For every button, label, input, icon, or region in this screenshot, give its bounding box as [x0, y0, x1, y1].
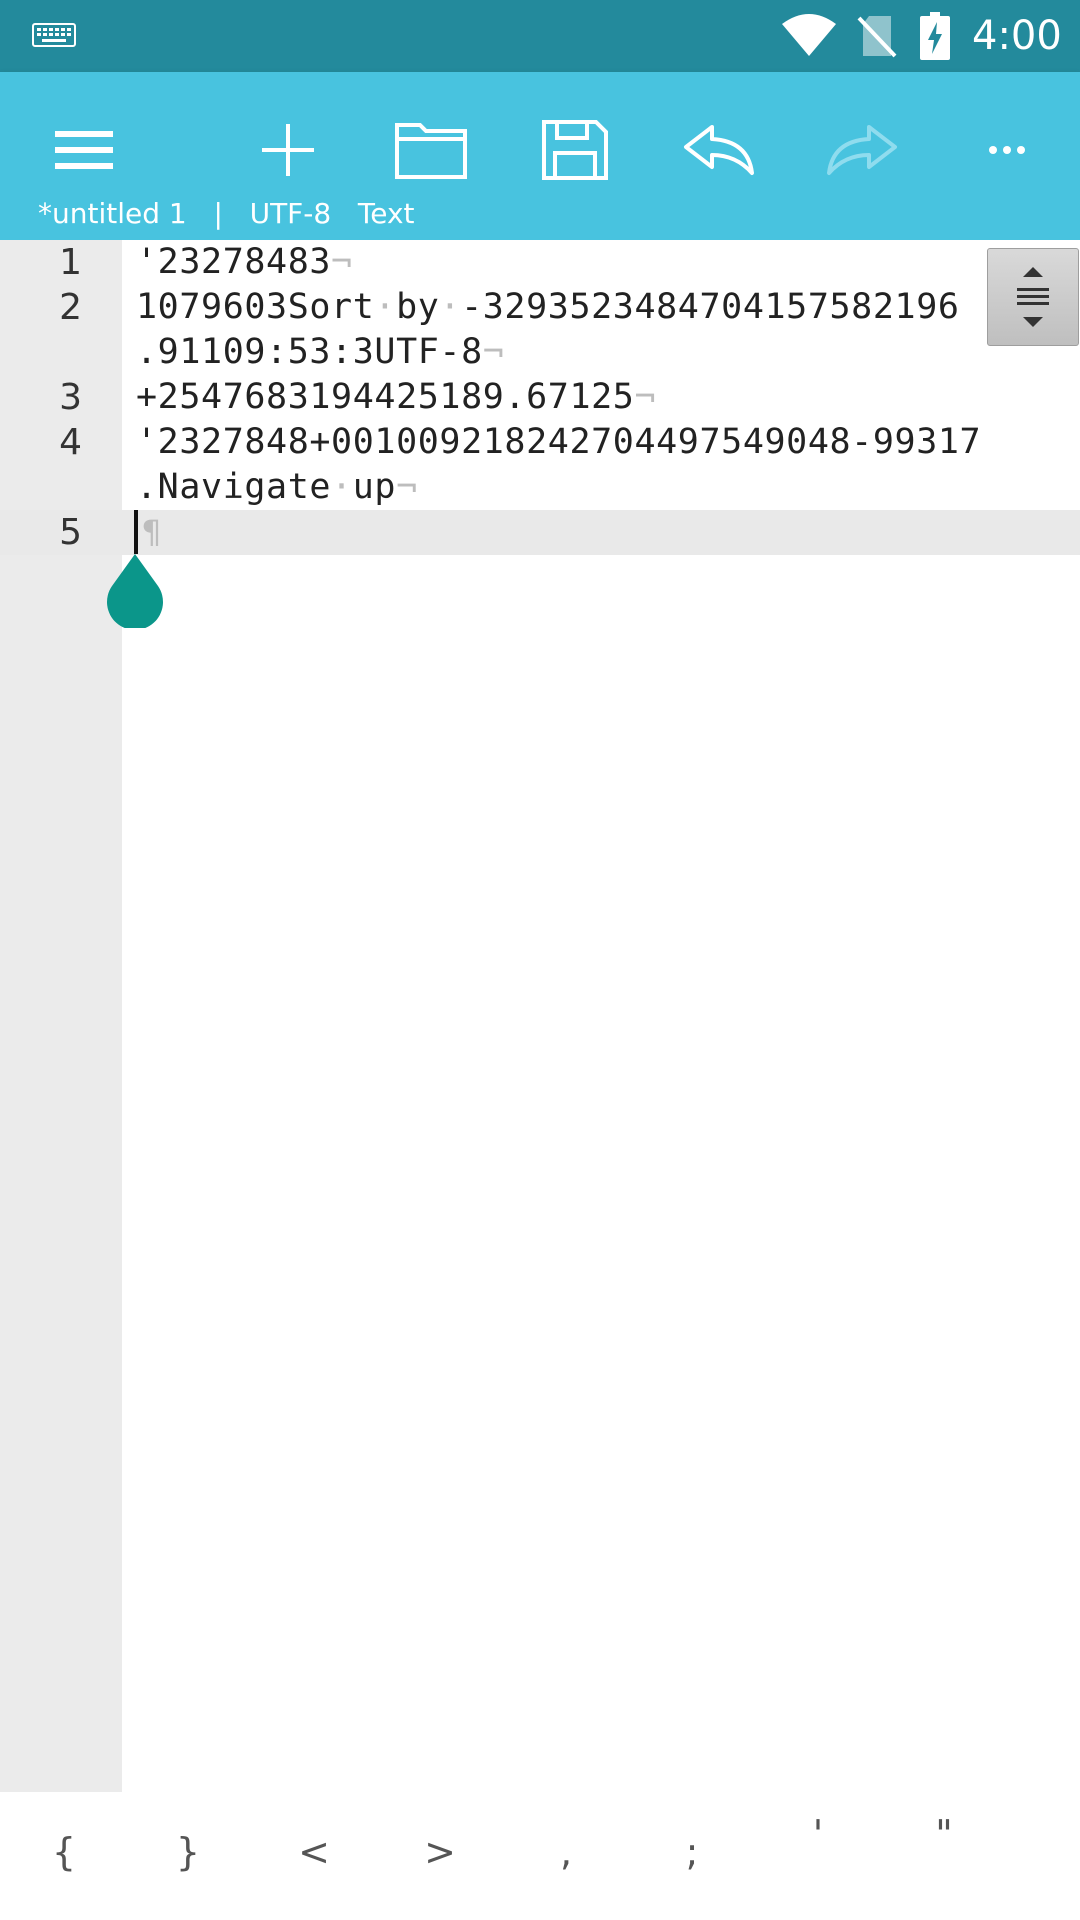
save-button[interactable] — [525, 112, 625, 188]
save-icon — [542, 120, 608, 180]
code-line[interactable]: '23278483¬ — [136, 240, 353, 285]
status-clock: 4:00 — [972, 13, 1062, 59]
code-line-text: .Navigate·up — [136, 467, 397, 507]
symbol-key-double-quote[interactable]: " — [914, 1804, 974, 1864]
scroll-arrows-icon — [1017, 267, 1049, 327]
symbol-shortcut-bar: { } < > , ; ' " — [0, 1792, 1080, 1920]
undo-icon — [684, 125, 754, 175]
redo-icon — [827, 125, 897, 175]
text-cursor — [134, 510, 138, 554]
battery-charging-icon — [920, 12, 950, 60]
current-line-highlight — [0, 510, 1080, 555]
line-end-marker: ¬ — [634, 377, 657, 417]
symbol-key-open-brace[interactable]: { — [34, 1822, 94, 1882]
line-number: 5 — [59, 512, 82, 553]
no-sim-icon — [857, 16, 897, 58]
code-line[interactable]: '2327848+001009218242704497549048-99317 — [136, 420, 981, 465]
fast-scroll-thumb[interactable] — [987, 248, 1079, 346]
status-bar: 4:00 — [0, 0, 1080, 72]
line-end-marker: ¬ — [396, 467, 418, 507]
wifi-icon — [782, 14, 836, 56]
line-number: 1 — [59, 242, 82, 283]
code-line-text: '23278483 — [136, 242, 332, 282]
menu-icon — [55, 131, 113, 169]
more-options-button[interactable] — [957, 112, 1057, 188]
line-number: 3 — [59, 377, 82, 418]
line-end-marker: ¬ — [331, 242, 353, 282]
editor-toolbar: *untitled 1 | UTF-8 Text — [0, 72, 1080, 240]
symbol-key-close-brace[interactable]: } — [158, 1822, 218, 1882]
code-line[interactable]: .91109:53:3UTF-8¬ — [136, 330, 504, 375]
symbol-key-semicolon[interactable]: ; — [662, 1822, 722, 1882]
code-line-text: +2547683194425189.67125 — [136, 377, 635, 417]
line-number-gutter — [0, 240, 122, 1792]
line-number: 2 — [59, 287, 82, 328]
open-folder-icon — [395, 123, 467, 179]
code-line-text: .91109:53:3UTF-8 — [136, 332, 483, 372]
symbol-key-less-than[interactable]: < — [284, 1822, 344, 1882]
symbol-key-greater-than[interactable]: > — [410, 1822, 470, 1882]
more-icon — [989, 146, 1025, 154]
paragraph-marker: ¶ — [142, 513, 162, 551]
redo-button[interactable] — [812, 112, 912, 188]
line-end-marker: ¬ — [482, 332, 505, 372]
code-line[interactable]: 1079603Sort·by·-3293523484704157582196 — [136, 285, 960, 330]
menu-button[interactable] — [34, 112, 134, 188]
cursor-handle-icon[interactable] — [104, 552, 166, 628]
code-line-text: 1079603Sort·by·-3293523484704157582196 — [136, 287, 960, 327]
undo-button[interactable] — [669, 112, 769, 188]
code-line[interactable]: +2547683194425189.67125¬ — [136, 375, 656, 420]
code-line[interactable]: .Navigate·up¬ — [136, 465, 418, 510]
file-info: *untitled 1 | UTF-8 Text — [38, 197, 415, 230]
file-mode: Text — [357, 197, 415, 230]
file-info-separator: | — [213, 197, 223, 230]
code-line-text: '2327848+001009218242704497549048-99317 — [136, 422, 982, 462]
line-number: 4 — [59, 422, 82, 463]
text-editor[interactable]: 1 2 3 4 5 '23278483¬ 1079603Sort·by·-329… — [0, 240, 1080, 1792]
file-encoding: UTF-8 — [249, 197, 332, 230]
keyboard-icon — [32, 23, 76, 47]
open-folder-button[interactable] — [381, 112, 481, 188]
new-file-button[interactable] — [238, 112, 338, 188]
symbol-key-comma[interactable]: , — [536, 1822, 596, 1882]
new-file-icon — [262, 124, 314, 176]
symbol-key-single-quote[interactable]: ' — [788, 1804, 848, 1864]
file-name: *untitled 1 — [38, 197, 187, 230]
